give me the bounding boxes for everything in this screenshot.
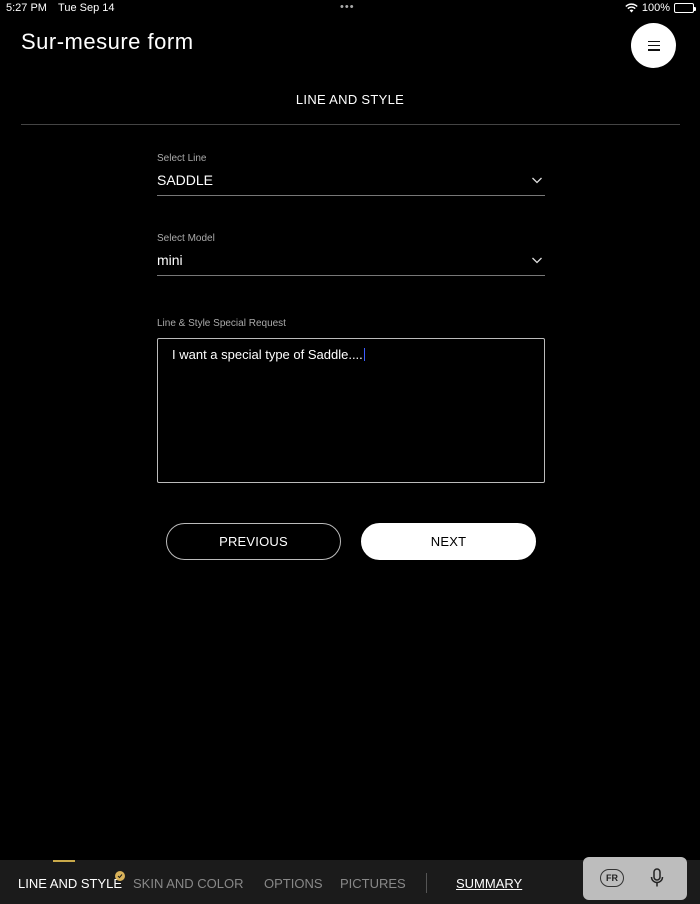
section-divider: [21, 124, 680, 125]
select-line-value: SADDLE: [157, 172, 214, 188]
status-bar: 5:27 PM Tue Sep 14 ••• 100%: [0, 0, 700, 18]
battery-percent: 100%: [641, 2, 670, 14]
page-title: Sur-mesure form: [21, 29, 194, 54]
chevron-down-icon: [532, 257, 542, 264]
wifi-icon: [625, 3, 638, 13]
select-line-dropdown[interactable]: SADDLE: [157, 170, 545, 196]
multitasking-dots[interactable]: •••: [340, 1, 355, 13]
special-request-text: I want a special type of Saddle....: [172, 347, 363, 362]
nav-divider: [426, 873, 427, 893]
text-caret: [363, 348, 365, 361]
status-time-date: 5:27 PM Tue Sep 14: [6, 2, 115, 14]
select-model-label: Select Model: [157, 233, 215, 244]
status-date: Tue Sep 14: [58, 2, 115, 14]
step-skin-and-color[interactable]: SKIN AND COLOR: [133, 876, 244, 891]
hamburger-icon: [647, 40, 660, 51]
step-summary[interactable]: SUMMARY: [456, 876, 522, 891]
microphone-icon[interactable]: [650, 868, 664, 888]
special-request-label: Line & Style Special Request: [157, 318, 286, 329]
section-title: LINE AND STYLE: [295, 92, 405, 107]
status-time: 5:27 PM: [6, 2, 47, 14]
previous-button[interactable]: PREVIOUS: [166, 523, 341, 560]
battery-icon: [674, 3, 696, 13]
step-completed-check-icon: [115, 871, 125, 881]
step-line-and-style[interactable]: LINE AND STYLE: [18, 876, 122, 891]
status-indicators: 100%: [625, 2, 696, 14]
accessory-tool-panel: FR: [583, 857, 687, 900]
select-model-field: Select Model mini: [157, 233, 545, 276]
special-request-field: Line & Style Special Request I want a sp…: [157, 318, 545, 483]
step-options[interactable]: OPTIONS: [264, 876, 323, 891]
active-step-indicator: [53, 860, 75, 862]
step-pictures[interactable]: PICTURES: [340, 876, 406, 891]
chevron-down-icon: [532, 177, 542, 184]
language-fr-button[interactable]: FR: [600, 869, 624, 887]
next-button[interactable]: NEXT: [361, 523, 536, 560]
select-line-label: Select Line: [157, 153, 207, 164]
menu-button[interactable]: [631, 23, 676, 68]
select-model-value: mini: [157, 252, 183, 268]
select-model-dropdown[interactable]: mini: [157, 250, 545, 276]
select-line-field: Select Line SADDLE: [157, 153, 545, 196]
special-request-textarea[interactable]: I want a special type of Saddle....: [157, 338, 545, 483]
